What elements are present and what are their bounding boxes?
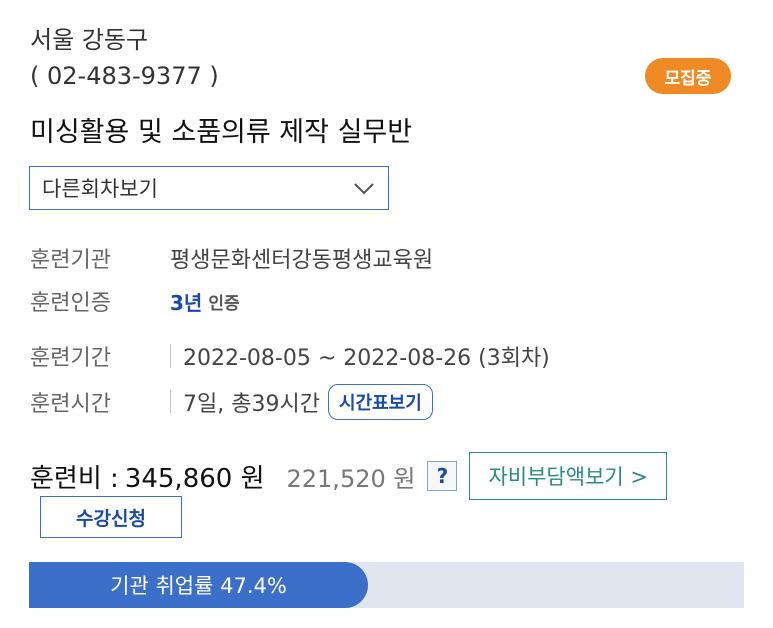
status-badge: 모집중 <box>645 58 731 94</box>
institution-value: 평생문화센터강동평생교육원 <box>170 248 434 273</box>
location-text: 서울 강동구 <box>30 26 149 54</box>
hours-row: 훈련시간 7일, 총39시간 시간표보기 <box>30 384 433 420</box>
period-label: 훈련기간 <box>30 346 111 371</box>
certification-row: 훈련인증 3년 인증 <box>30 285 240 317</box>
institution-label: 훈련기관 <box>30 248 111 273</box>
hours-value: 7일, 총39시간 <box>183 392 320 417</box>
fee-row: 훈련비 : 345,860 원 221,520 원 ? 자비부담액보기 > <box>30 452 667 500</box>
help-button[interactable]: ? <box>427 461 458 491</box>
divider <box>170 390 171 414</box>
certification-value: 3년 <box>170 290 203 315</box>
self-pay-button[interactable]: 자비부담액보기 > <box>469 452 667 500</box>
timetable-button[interactable]: 시간표보기 <box>327 384 433 420</box>
session-select[interactable]: 다른회차보기 <box>29 166 389 210</box>
phone-text: ( 02-483-9377 ) <box>30 62 219 90</box>
institution-row: 훈련기관 평생문화센터강동평생교육원 <box>30 242 433 274</box>
self-pay-amount: 221,520 원 <box>286 464 416 493</box>
chevron-down-icon <box>354 183 374 195</box>
hours-label: 훈련시간 <box>30 392 111 417</box>
course-title: 미싱활용 및 소품의류 제작 실무반 <box>30 117 413 148</box>
certification-label: 훈련인증 <box>30 291 111 316</box>
enroll-button[interactable]: 수강신청 <box>40 496 182 538</box>
fee-amount: 345,860 원 <box>124 463 265 494</box>
fee-label: 훈련비 : <box>30 463 119 494</box>
divider <box>170 344 171 368</box>
certification-suffix: 인증 <box>208 293 240 314</box>
period-value: 2022-08-05 ~ 2022-08-26 (3회차) <box>183 346 550 371</box>
period-row: 훈련기간 2022-08-05 ~ 2022-08-26 (3회차) <box>30 340 550 372</box>
employment-rate-text: 기관 취업률 47.4% <box>110 574 287 598</box>
session-select-value: 다른회차보기 <box>42 177 158 201</box>
